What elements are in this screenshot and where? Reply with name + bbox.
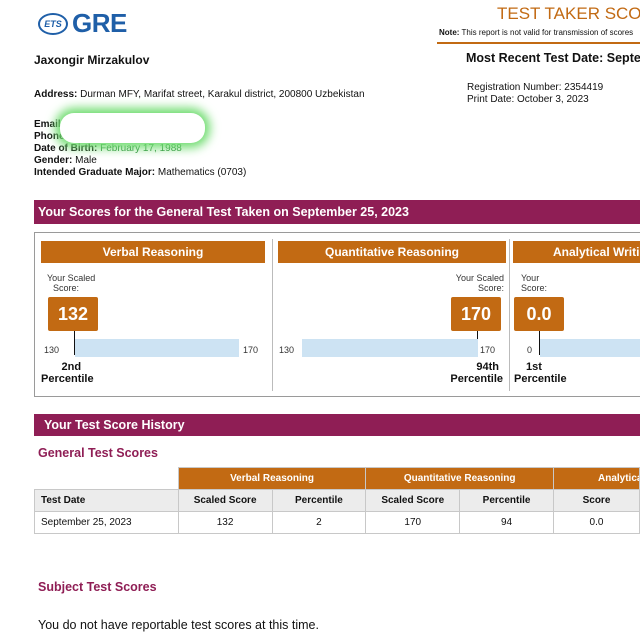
column-header: Test Date (34, 489, 179, 512)
quant-scaled-label: Your Scaled Score: (455, 273, 504, 293)
registration-number: Registration Number: 2354419 (467, 82, 604, 93)
column-header: Percentile (271, 489, 367, 512)
redaction-mark (60, 113, 205, 143)
group-header-analytical: Analytical Writing (552, 467, 640, 490)
analytical-panel: Analytical Writing Your Score: 0.0 0 1st… (513, 241, 640, 391)
group-header-quant: Quantitative Reasoning (365, 467, 554, 490)
quant-score-box: 170 (451, 297, 501, 331)
subject-test-scores-title: Subject Test Scores (38, 580, 157, 594)
scores-section-title: Your Scores for the General Test Taken o… (34, 200, 640, 224)
verbal-scale-min: 130 (44, 345, 60, 355)
analytical-scale-min: 0 (527, 345, 533, 355)
ets-logo-icon: ETS (38, 12, 68, 35)
panel-divider (509, 239, 510, 391)
candidate-address: Address: Durman MFY, Marifat street, Kar… (34, 89, 365, 100)
scores-panel-container: Verbal Reasoning Your Scaled Score: 132 … (34, 232, 640, 397)
verbal-scale-bar (75, 339, 239, 357)
verbal-scale-max: 170 (243, 345, 259, 355)
most-recent-test-date: Most Recent Test Date: September (466, 51, 640, 65)
table-cell: 94 (459, 511, 554, 534)
quant-scale-max: 170 (480, 345, 496, 355)
quant-panel: Quantitative Reasoning Your Scaled Score… (278, 241, 508, 391)
group-header-verbal: Verbal Reasoning (177, 467, 367, 490)
gre-logo: ETS GRE (38, 8, 127, 39)
verbal-panel: Verbal Reasoning Your Scaled Score: 132 … (41, 241, 269, 391)
column-header: Percentile (459, 489, 554, 512)
panel-divider (272, 239, 273, 391)
analytical-panel-header: Analytical Writing (513, 241, 640, 263)
gender-row: Gender: Male (34, 155, 97, 166)
analytical-percentile: 1st Percentile (514, 361, 567, 385)
table-cell: September 25, 2023 (34, 511, 179, 534)
dob-row: Date of Birth: February 17, 1988 (34, 143, 182, 154)
quant-percentile: 94th Percentile (450, 361, 503, 385)
table-cell: 170 (365, 511, 461, 534)
major-row: Intended Graduate Major: Mathematics (07… (34, 167, 247, 178)
general-test-scores-title: General Test Scores (38, 446, 158, 460)
candidate-name: Jaxongir Mirzakulov (34, 53, 150, 67)
header-divider (437, 42, 640, 44)
quant-scale-bar (302, 339, 478, 357)
score-history-title: Your Test Score History (34, 414, 640, 436)
table-cell: 0.0 (552, 511, 640, 534)
analytical-score-label: Your Score: (521, 273, 548, 293)
column-header: Scaled Score (365, 489, 461, 512)
email-row: Email (34, 119, 61, 130)
analytical-score-box: 0.0 (514, 297, 564, 331)
table-cell: 132 (177, 511, 273, 534)
report-note: Note: This report is not valid for trans… (439, 28, 634, 37)
no-scores-message: You do not have reportable test scores a… (38, 618, 319, 632)
table-cell: 2 (271, 511, 367, 534)
gre-wordmark: GRE (72, 8, 127, 38)
table-group-header-row: Verbal Reasoning Quantitative Reasoning … (35, 467, 640, 490)
report-title: TEST TAKER SCORE (497, 4, 640, 23)
print-date: Print Date: October 3, 2023 (467, 94, 589, 105)
quant-scale-min: 130 (279, 345, 295, 355)
verbal-percentile: 2nd Percentile (41, 361, 94, 385)
column-header: Score (552, 489, 640, 512)
table-column-header-row: Test Date Scaled Score Percentile Scaled… (34, 489, 640, 512)
column-header: Scaled Score (177, 489, 273, 512)
verbal-score-box: 132 (48, 297, 98, 331)
analytical-scale-bar (540, 339, 640, 357)
verbal-scaled-label: Your Scaled Score: (47, 273, 96, 293)
score-history-table: Verbal Reasoning Quantitative Reasoning … (34, 467, 640, 534)
table-row: September 25, 2023 132 2 170 94 0.0 (34, 511, 640, 534)
verbal-panel-header: Verbal Reasoning (41, 241, 265, 263)
quant-panel-header: Quantitative Reasoning (278, 241, 506, 263)
